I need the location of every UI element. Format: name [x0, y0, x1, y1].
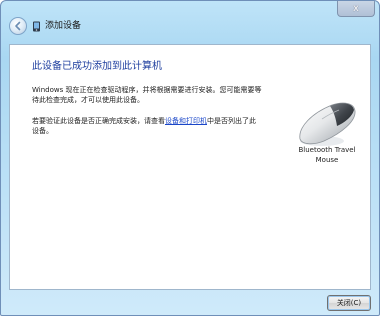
window-title: 添加设备: [45, 21, 82, 31]
device-name-line2: Mouse: [315, 156, 339, 164]
device-name-line1: Bluetooth Travel: [298, 146, 356, 154]
window-close-button[interactable]: x: [337, 1, 375, 17]
verify-paragraph: 若要验证此设备是否正确完成安装，请查看设备和打印机中是否列出了此设备。: [32, 116, 262, 136]
close-button[interactable]: 关闭(C): [327, 295, 371, 311]
page-heading: 此设备已成功添加到此计算机: [32, 61, 162, 72]
device-name: Bluetooth Travel Mouse: [286, 145, 368, 165]
device-icon: [33, 21, 40, 32]
add-device-window: x 添加设备 此设备已成功添加到此计算机 Windows 现在正在检查驱动程序，…: [0, 0, 380, 316]
dialog-footer: 关闭(C): [1, 291, 379, 315]
verify-text-before: 若要验证此设备是否正确完成安装，请查看: [32, 117, 165, 125]
titlebar: 添加设备: [1, 17, 379, 39]
back-button[interactable]: [9, 17, 27, 35]
content-panel: 此设备已成功添加到此计算机 Windows 现在正在检查驱动程序，并将根据需要进…: [9, 44, 371, 290]
back-arrow-icon: [15, 21, 21, 31]
devices-and-printers-link[interactable]: 设备和打印机: [165, 117, 207, 125]
status-paragraph: Windows 现在正在检查驱动程序，并将根据需要进行安装。您可能需要等待此检查…: [32, 86, 262, 104]
